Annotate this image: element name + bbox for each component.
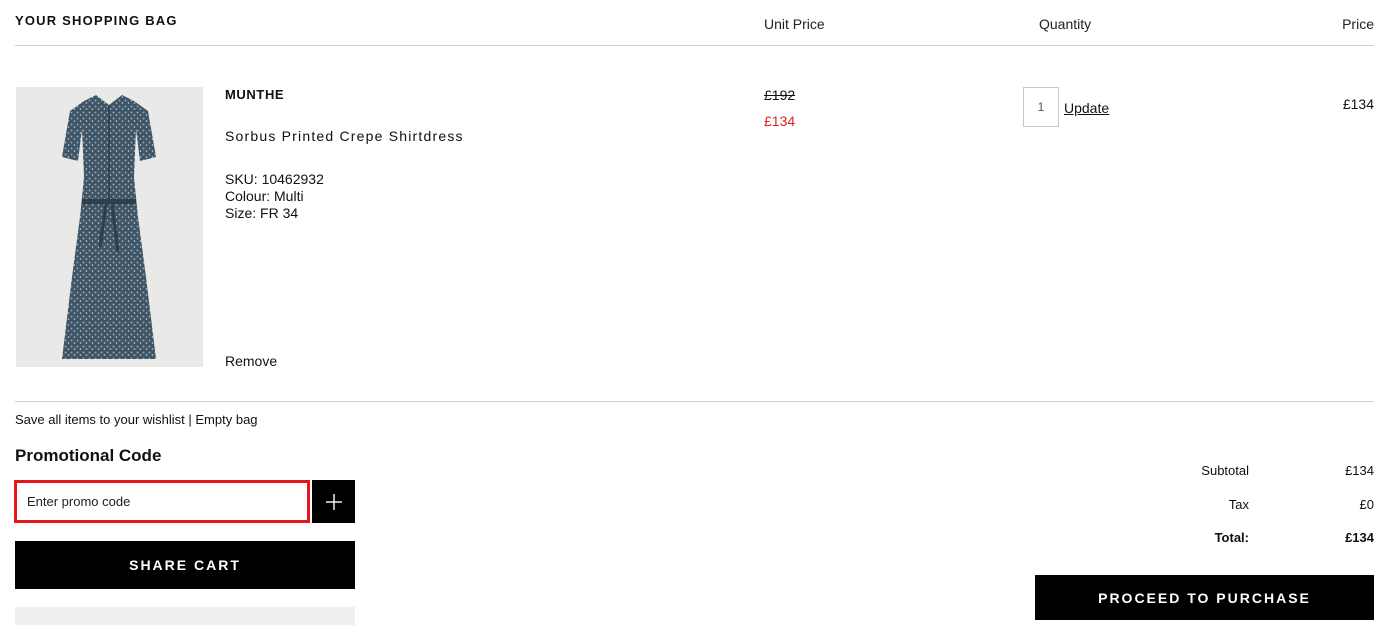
product-image[interactable] (16, 87, 203, 367)
apply-promo-button[interactable] (312, 480, 355, 523)
total-value: £134 (1345, 530, 1374, 545)
tax-value: £0 (1359, 497, 1374, 512)
product-size: Size: FR 34 (225, 205, 299, 221)
update-quantity-link[interactable]: Update (1064, 100, 1109, 116)
shopping-bag-page: YOUR SHOPPING BAG Unit Price Quantity Pr… (0, 0, 1384, 625)
product-name[interactable]: Sorbus Printed Crepe Shirtdress (225, 128, 464, 144)
bag-actions: Save all items to your wishlist | Empty … (15, 412, 258, 427)
remove-item-link[interactable]: Remove (225, 353, 277, 369)
items-divider (15, 401, 1374, 402)
empty-bag-link[interactable]: Empty bag (195, 412, 257, 427)
quantity-input[interactable] (1023, 87, 1059, 127)
column-header-price: Price (1342, 16, 1374, 32)
product-brand[interactable]: MUNTHE (225, 87, 284, 102)
bag-title: YOUR SHOPPING BAG (15, 13, 178, 28)
share-cart-button[interactable]: SHARE CART (15, 541, 355, 589)
header-divider (15, 45, 1374, 46)
promo-code-title: Promotional Code (15, 446, 162, 465)
subtotal-label: Subtotal (1201, 463, 1249, 478)
promo-code-input[interactable] (14, 480, 310, 523)
original-price: £192 (764, 87, 796, 103)
line-total-price: £134 (1342, 96, 1374, 112)
save-all-to-wishlist-link[interactable]: Save all items to your wishlist (15, 412, 185, 427)
column-header-unit-price: Unit Price (764, 16, 825, 32)
subtotal-value: £134 (1345, 463, 1374, 478)
sale-price: £134 (764, 113, 796, 129)
secondary-panel (15, 607, 355, 625)
dress-icon (62, 95, 156, 359)
proceed-to-purchase-button[interactable]: PROCEED TO PURCHASE (1035, 575, 1374, 620)
total-label: Total: (1214, 530, 1249, 545)
product-sku: SKU: 10462932 (225, 171, 324, 187)
plus-icon (325, 493, 342, 510)
product-colour: Colour: Multi (225, 188, 304, 204)
column-header-quantity: Quantity (1039, 16, 1092, 32)
tax-label: Tax (1228, 497, 1249, 512)
actions-separator: | (184, 412, 196, 427)
